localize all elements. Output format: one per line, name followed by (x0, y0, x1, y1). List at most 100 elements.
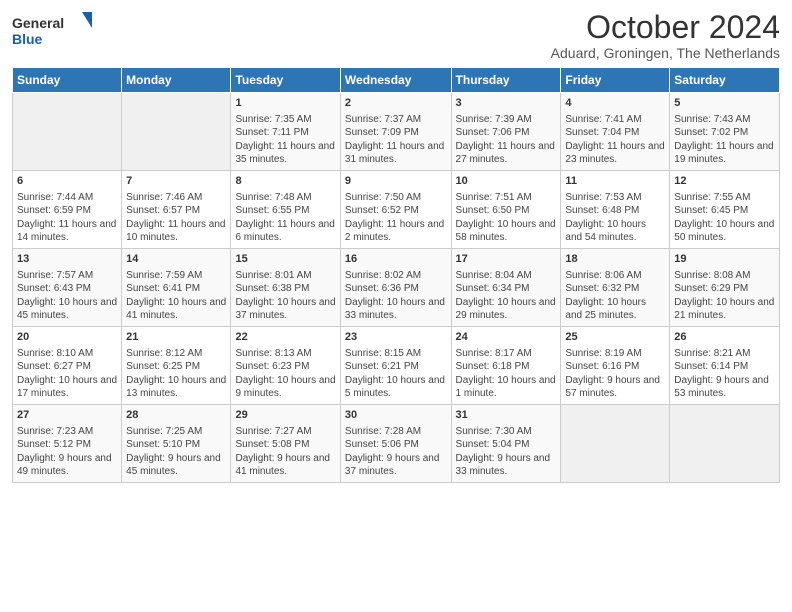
day-info: Sunrise: 7:37 AM Sunset: 7:09 PM Dayligh… (345, 113, 447, 167)
day-info: Sunrise: 7:28 AM Sunset: 5:06 PM Dayligh… (345, 425, 447, 479)
day-info: Sunrise: 7:43 AM Sunset: 7:02 PM Dayligh… (674, 113, 775, 167)
day-info: Sunrise: 8:08 AM Sunset: 6:29 PM Dayligh… (674, 269, 775, 323)
header: General Blue October 2024 Aduard, Gronin… (12, 10, 780, 61)
calendar-cell: 27 Sunrise: 7:23 AM Sunset: 5:12 PM Dayli… (13, 405, 122, 483)
calendar-cell: 3 Sunrise: 7:39 AM Sunset: 7:06 PM Daylig… (451, 93, 561, 171)
day-header-wednesday: Wednesday (340, 68, 451, 93)
month-title: October 2024 (551, 10, 780, 45)
calendar-cell: 26Sunrise: 8:21 AM Sunset: 6:14 PM Dayli… (670, 327, 780, 405)
day-number: 18 (565, 252, 665, 267)
day-number: 16 (345, 252, 447, 267)
logo-svg: General Blue (12, 10, 92, 54)
day-header-friday: Friday (561, 68, 670, 93)
day-info: Sunrise: 7:48 AM Sunset: 6:55 PM Dayligh… (235, 191, 335, 245)
day-number: 11 (565, 174, 665, 189)
day-number: 7 (126, 174, 226, 189)
day-header-sunday: Sunday (13, 68, 122, 93)
day-number: 29 (235, 408, 335, 423)
day-number: 20 (17, 330, 117, 345)
day-number: 31 (456, 408, 557, 423)
calendar-cell: 10Sunrise: 7:51 AM Sunset: 6:50 PM Dayli… (451, 171, 561, 249)
day-number: 19 (674, 252, 775, 267)
calendar-cell: 11 Sunrise: 7:53 AM Sunset: 6:48 PM Dayli… (561, 171, 670, 249)
calendar-cell: 7 Sunrise: 7:46 AM Sunset: 6:57 PM Daylig… (122, 171, 231, 249)
day-info: Sunrise: 8:15 AM Sunset: 6:21 PM Dayligh… (345, 347, 447, 401)
day-info: Sunrise: 7:25 AM Sunset: 5:10 PM Dayligh… (126, 425, 226, 479)
calendar-cell: 28 Sunrise: 7:25 AM Sunset: 5:10 PM Dayli… (122, 405, 231, 483)
day-number: 3 (456, 96, 557, 111)
calendar-cell: 6 Sunrise: 7:44 AM Sunset: 6:59 PM Daylig… (13, 171, 122, 249)
day-number: 23 (345, 330, 447, 345)
day-number: 12 (674, 174, 775, 189)
calendar-cell: 21 Sunrise: 8:12 AM Sunset: 6:25 PM Dayli… (122, 327, 231, 405)
day-number: 15 (235, 252, 335, 267)
day-number: 13 (17, 252, 117, 267)
day-header-thursday: Thursday (451, 68, 561, 93)
day-info: Sunrise: 7:23 AM Sunset: 5:12 PM Dayligh… (17, 425, 117, 479)
day-number: 26 (674, 330, 775, 345)
day-info: Sunrise: 7:35 AM Sunset: 7:11 PM Dayligh… (235, 113, 335, 167)
calendar-cell: 25Sunrise: 8:19 AM Sunset: 6:16 PM Dayli… (561, 327, 670, 405)
day-info: Sunrise: 7:44 AM Sunset: 6:59 PM Dayligh… (17, 191, 117, 245)
day-number: 24 (456, 330, 557, 345)
day-info: Sunrise: 7:50 AM Sunset: 6:52 PM Dayligh… (345, 191, 447, 245)
calendar-cell: 9 Sunrise: 7:50 AM Sunset: 6:52 PM Daylig… (340, 171, 451, 249)
day-info: Sunrise: 7:55 AM Sunset: 6:45 PM Dayligh… (674, 191, 775, 245)
day-number: 14 (126, 252, 226, 267)
day-info: Sunrise: 8:12 AM Sunset: 6:25 PM Dayligh… (126, 347, 226, 401)
day-number: 6 (17, 174, 117, 189)
day-info: Sunrise: 8:04 AM Sunset: 6:34 PM Dayligh… (456, 269, 557, 323)
day-number: 17 (456, 252, 557, 267)
day-info: Sunrise: 7:39 AM Sunset: 7:06 PM Dayligh… (456, 113, 557, 167)
calendar-cell: 24Sunrise: 8:17 AM Sunset: 6:18 PM Dayli… (451, 327, 561, 405)
day-info: Sunrise: 8:01 AM Sunset: 6:38 PM Dayligh… (235, 269, 335, 323)
day-number: 1 (235, 96, 335, 111)
day-info: Sunrise: 7:59 AM Sunset: 6:41 PM Dayligh… (126, 269, 226, 323)
calendar-cell: 12 Sunrise: 7:55 AM Sunset: 6:45 PM Dayli… (670, 171, 780, 249)
day-info: Sunrise: 7:46 AM Sunset: 6:57 PM Dayligh… (126, 191, 226, 245)
logo: General Blue (12, 10, 92, 54)
day-info: Sunrise: 7:27 AM Sunset: 5:08 PM Dayligh… (235, 425, 335, 479)
day-number: 21 (126, 330, 226, 345)
week-row-2: 6 Sunrise: 7:44 AM Sunset: 6:59 PM Daylig… (13, 171, 780, 249)
calendar-cell: 8 Sunrise: 7:48 AM Sunset: 6:55 PM Daylig… (231, 171, 340, 249)
day-header-tuesday: Tuesday (231, 68, 340, 93)
calendar-cell: 18 Sunrise: 8:06 AM Sunset: 6:32 PM Dayli… (561, 249, 670, 327)
day-info: Sunrise: 7:57 AM Sunset: 6:43 PM Dayligh… (17, 269, 117, 323)
day-number: 5 (674, 96, 775, 111)
day-info: Sunrise: 8:10 AM Sunset: 6:27 PM Dayligh… (17, 347, 117, 401)
day-number: 9 (345, 174, 447, 189)
day-info: Sunrise: 7:51 AM Sunset: 6:50 PM Dayligh… (456, 191, 557, 245)
calendar-cell: 14 Sunrise: 7:59 AM Sunset: 6:41 PM Dayli… (122, 249, 231, 327)
day-number: 30 (345, 408, 447, 423)
calendar-cell: 5 Sunrise: 7:43 AM Sunset: 7:02 PM Daylig… (670, 93, 780, 171)
day-number: 25 (565, 330, 665, 345)
day-number: 4 (565, 96, 665, 111)
week-row-3: 13 Sunrise: 7:57 AM Sunset: 6:43 PM Dayli… (13, 249, 780, 327)
day-info: Sunrise: 7:30 AM Sunset: 5:04 PM Dayligh… (456, 425, 557, 479)
day-info: Sunrise: 8:13 AM Sunset: 6:23 PM Dayligh… (235, 347, 335, 401)
day-info: Sunrise: 8:06 AM Sunset: 6:32 PM Dayligh… (565, 269, 665, 323)
calendar-cell: 23 Sunrise: 8:15 AM Sunset: 6:21 PM Dayli… (340, 327, 451, 405)
calendar-cell: 22Sunrise: 8:13 AM Sunset: 6:23 PM Dayli… (231, 327, 340, 405)
subtitle: Aduard, Groningen, The Netherlands (551, 45, 780, 61)
calendar-cell: 17 Sunrise: 8:04 AM Sunset: 6:34 PM Dayli… (451, 249, 561, 327)
calendar-cell (122, 93, 231, 171)
day-number: 27 (17, 408, 117, 423)
day-number: 8 (235, 174, 335, 189)
day-info: Sunrise: 7:53 AM Sunset: 6:48 PM Dayligh… (565, 191, 665, 245)
day-header-saturday: Saturday (670, 68, 780, 93)
calendar-cell: 2 Sunrise: 7:37 AM Sunset: 7:09 PM Daylig… (340, 93, 451, 171)
page: General Blue October 2024 Aduard, Gronin… (0, 0, 792, 612)
week-row-1: 1 Sunrise: 7:35 AM Sunset: 7:11 PM Daylig… (13, 93, 780, 171)
calendar-cell: 16Sunrise: 8:02 AM Sunset: 6:36 PM Dayli… (340, 249, 451, 327)
calendar-cell (13, 93, 122, 171)
calendar-cell: 20 Sunrise: 8:10 AM Sunset: 6:27 PM Dayli… (13, 327, 122, 405)
calendar-cell: 29 Sunrise: 7:27 AM Sunset: 5:08 PM Dayli… (231, 405, 340, 483)
calendar-cell: 13 Sunrise: 7:57 AM Sunset: 6:43 PM Dayli… (13, 249, 122, 327)
calendar-cell: 4Sunrise: 7:41 AM Sunset: 7:04 PM Daylig… (561, 93, 670, 171)
calendar-cell (670, 405, 780, 483)
calendar-cell (561, 405, 670, 483)
day-number: 2 (345, 96, 447, 111)
day-number: 28 (126, 408, 226, 423)
